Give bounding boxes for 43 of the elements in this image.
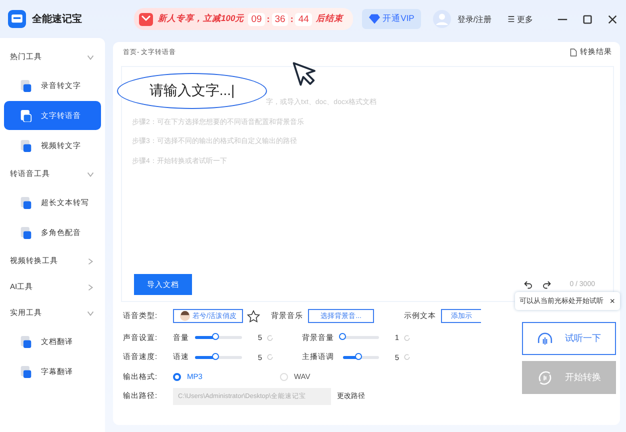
- preview-button[interactable]: 试听一下: [522, 322, 616, 355]
- maximize-icon[interactable]: [582, 14, 593, 24]
- pointer-cursor-icon: [292, 61, 318, 86]
- document-icon: [20, 80, 32, 92]
- document-icon: [20, 366, 32, 378]
- chevron-icon: [86, 308, 95, 318]
- chevron-icon: [86, 282, 95, 292]
- login-link[interactable]: 登录/注册: [457, 14, 492, 24]
- document-icon: [20, 140, 32, 152]
- vip-button[interactable]: 开通VIP: [362, 9, 422, 29]
- chevron-icon: [86, 52, 95, 62]
- promo-banner[interactable]: 新人专享，立减100元 09 : 36 : 44 后结束: [134, 8, 353, 30]
- wave-circle-icon: [537, 370, 553, 386]
- diamond-icon: [368, 14, 380, 24]
- file-icon: [570, 48, 577, 56]
- slider-thumb[interactable]: [212, 352, 220, 360]
- star-icon[interactable]: [247, 310, 260, 322]
- slider-thumb[interactable]: [212, 333, 220, 340]
- avatar-icon: [180, 311, 190, 321]
- app-logo-icon: [8, 10, 26, 28]
- slider-thumb[interactable]: [339, 333, 346, 340]
- timer-separator: :: [266, 14, 270, 24]
- promo-text: 新人专享，立减100元: [158, 13, 244, 25]
- close-icon[interactable]: [607, 14, 618, 24]
- headphones-icon: [537, 330, 553, 346]
- countdown-digits: 44: [295, 12, 312, 26]
- promo-suffix: 后结束: [316, 13, 343, 25]
- callout-ellipse: 请输入文字...|: [117, 73, 267, 109]
- undo-icon[interactable]: [524, 280, 533, 289]
- document-icon: [20, 196, 32, 208]
- document-icon: [20, 110, 32, 122]
- timer-separator: :: [290, 14, 294, 24]
- document-icon: [20, 226, 32, 238]
- redo-icon[interactable]: [542, 280, 551, 289]
- document-icon: [20, 336, 32, 348]
- chevron-icon: [86, 170, 95, 178]
- app-title: 全能速记宝: [32, 12, 82, 26]
- countdown-digits: 09: [248, 12, 265, 26]
- envelope-icon: [138, 11, 154, 27]
- slider-thumb[interactable]: [355, 352, 362, 360]
- more-menu[interactable]: ☰ 更多: [508, 14, 533, 24]
- countdown-digits: 36: [272, 12, 288, 26]
- chevron-icon: [86, 256, 95, 266]
